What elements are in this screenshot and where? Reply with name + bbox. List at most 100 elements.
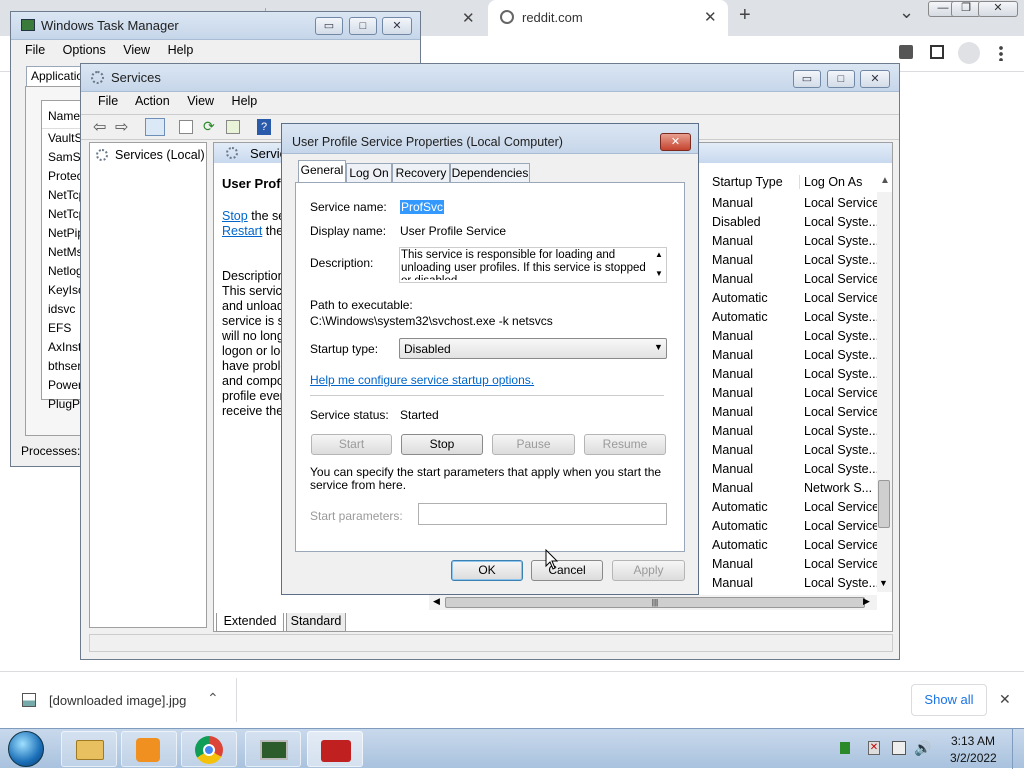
tab-close-icon[interactable]: ✕ <box>462 9 475 27</box>
list-item[interactable]: NetPip <box>42 224 80 243</box>
list-item[interactable]: Netlog <box>42 262 80 281</box>
sidepanel-icon[interactable] <box>930 45 944 59</box>
kebab-menu-icon[interactable] <box>999 45 1003 61</box>
resume-button[interactable]: Resume <box>584 434 666 455</box>
stop-service-link[interactable]: Stop <box>222 209 248 223</box>
list-item[interactable]: KeyIso <box>42 281 80 300</box>
table-row[interactable]: Manual Local Syste... <box>712 365 882 384</box>
table-row[interactable]: Manual Local Syste... <box>712 422 882 441</box>
tab-log-on[interactable]: Log On <box>346 163 392 183</box>
apply-button[interactable]: Apply <box>612 560 685 581</box>
download-bar-close-icon[interactable]: ✕ <box>999 691 1011 708</box>
table-row[interactable]: Manual Local Service <box>712 270 882 289</box>
table-row[interactable]: Manual Local Syste... <box>712 232 882 251</box>
column-header-startup-type[interactable]: Startup Type <box>712 175 800 189</box>
scroll-up-icon[interactable]: ▲ <box>655 250 663 259</box>
list-item[interactable]: NetTcp <box>42 205 80 224</box>
start-button[interactable]: Start <box>311 434 392 455</box>
taskbar-services[interactable] <box>307 731 363 767</box>
ok-button[interactable]: OK <box>451 560 523 581</box>
table-row[interactable]: Manual Local Service <box>712 194 882 213</box>
task-manager-minimize-button[interactable]: ▭ <box>315 17 343 35</box>
table-row[interactable]: Manual Local Syste... <box>712 327 882 346</box>
scroll-down-icon[interactable]: ▼ <box>655 269 663 278</box>
list-item[interactable]: Power <box>42 376 80 395</box>
help-configure-link[interactable]: Help me configure service startup option… <box>310 373 534 387</box>
table-row[interactable]: Manual Network S... <box>712 479 882 498</box>
table-row[interactable]: Automatic Local Syste... <box>712 308 882 327</box>
chevron-up-icon[interactable]: ⌃ <box>207 690 219 707</box>
tree-item-services-local[interactable]: Services (Local) <box>115 148 205 162</box>
menu-options[interactable]: Options <box>63 43 106 57</box>
task-manager-close-button[interactable]: ✕ <box>382 17 412 35</box>
list-item[interactable]: AxInst <box>42 338 80 357</box>
browser-restore-button[interactable]: ❐ <box>951 1 981 17</box>
download-filename[interactable]: [downloaded image].jpg <box>49 693 186 708</box>
show-desktop-button[interactable] <box>1012 729 1024 769</box>
menu-action[interactable]: Action <box>135 94 170 108</box>
menu-help[interactable]: Help <box>232 94 258 108</box>
back-arrow-icon[interactable]: ⇦ <box>93 117 106 137</box>
startup-type-select[interactable]: Disabled ▼ <box>399 338 667 359</box>
refresh-icon[interactable]: ⟳ <box>203 118 215 135</box>
forward-arrow-icon[interactable]: ⇨ <box>115 117 128 137</box>
clock-date[interactable]: 3/2/2022 <box>950 751 997 765</box>
list-item[interactable]: idsvc <box>42 300 80 319</box>
tray-volume-icon[interactable]: 🔊 <box>914 740 931 757</box>
menu-help[interactable]: Help <box>168 43 194 57</box>
tab-standard[interactable]: Standard <box>286 613 346 632</box>
scrollbar-thumb[interactable]: ||| <box>445 597 865 608</box>
table-row[interactable]: Manual Local Syste... <box>712 346 882 365</box>
services-maximize-button[interactable]: □ <box>827 70 855 88</box>
table-row[interactable]: Manual Local Syste... <box>712 251 882 270</box>
list-item[interactable]: SamSs <box>42 148 80 167</box>
menu-file[interactable]: File <box>98 94 118 108</box>
task-manager-maximize-button[interactable]: □ <box>349 17 377 35</box>
taskbar-explorer[interactable] <box>61 731 117 767</box>
profile-avatar[interactable] <box>958 42 980 64</box>
restart-service-link[interactable]: Restart <box>222 224 262 238</box>
list-item[interactable]: VaultS <box>42 129 80 148</box>
table-row[interactable]: Manual Local Syste... <box>712 441 882 460</box>
scroll-right-icon[interactable]: ▶ <box>863 596 870 607</box>
start-orb-icon[interactable] <box>8 731 44 767</box>
tab-general[interactable]: General <box>298 160 346 182</box>
tab-applications[interactable]: Application <box>26 66 90 86</box>
taskbar-chrome[interactable] <box>181 731 237 767</box>
properties-icon[interactable] <box>179 120 193 134</box>
extensions-icon[interactable] <box>899 45 913 59</box>
dialog-close-button[interactable]: ✕ <box>660 133 691 151</box>
cancel-button[interactable]: Cancel <box>531 560 603 581</box>
menu-view[interactable]: View <box>123 43 150 57</box>
pause-button[interactable]: Pause <box>492 434 575 455</box>
list-item[interactable]: NetTcp <box>42 186 80 205</box>
table-row[interactable]: Disabled Local Syste... <box>712 213 882 232</box>
stop-button[interactable]: Stop <box>401 434 483 455</box>
tray-network-status-icon[interactable] <box>892 741 906 755</box>
show-all-button[interactable]: Show all <box>911 684 987 716</box>
list-item[interactable]: Protec <box>42 167 80 186</box>
services-close-button[interactable]: ✕ <box>860 70 890 88</box>
column-header-log-on-as[interactable]: Log On As <box>804 175 862 189</box>
clock-time[interactable]: 3:13 AM <box>951 734 995 748</box>
list-item[interactable]: EFS <box>42 319 80 338</box>
menu-view[interactable]: View <box>187 94 214 108</box>
table-row[interactable]: Manual Local Syste... <box>712 574 882 593</box>
taskbar-media-player[interactable] <box>121 731 177 767</box>
tab-dependencies[interactable]: Dependencies <box>450 163 530 183</box>
table-row[interactable]: Manual Local Service <box>712 403 882 422</box>
start-params-input[interactable] <box>418 503 667 525</box>
export-icon[interactable] <box>226 120 240 134</box>
list-item[interactable]: PlugPla <box>42 395 80 414</box>
table-row[interactable]: Automatic Local Service <box>712 498 882 517</box>
table-row[interactable]: Automatic Local Service <box>712 536 882 555</box>
taskbar-task-manager[interactable] <box>245 731 301 767</box>
menu-file[interactable]: File <box>25 43 45 57</box>
services-horizontal-scrollbar[interactable]: ◀ ||| ▶ <box>429 595 877 610</box>
table-row[interactable]: Manual Local Service <box>712 384 882 403</box>
scroll-down-icon[interactable]: ▼ <box>879 578 888 588</box>
tab-list-icon[interactable]: ⌄ <box>899 2 914 23</box>
description-box[interactable]: This service is responsible for loading … <box>399 247 667 283</box>
table-row[interactable]: Automatic Local Service <box>712 289 882 308</box>
table-row[interactable]: Manual Local Syste... <box>712 460 882 479</box>
